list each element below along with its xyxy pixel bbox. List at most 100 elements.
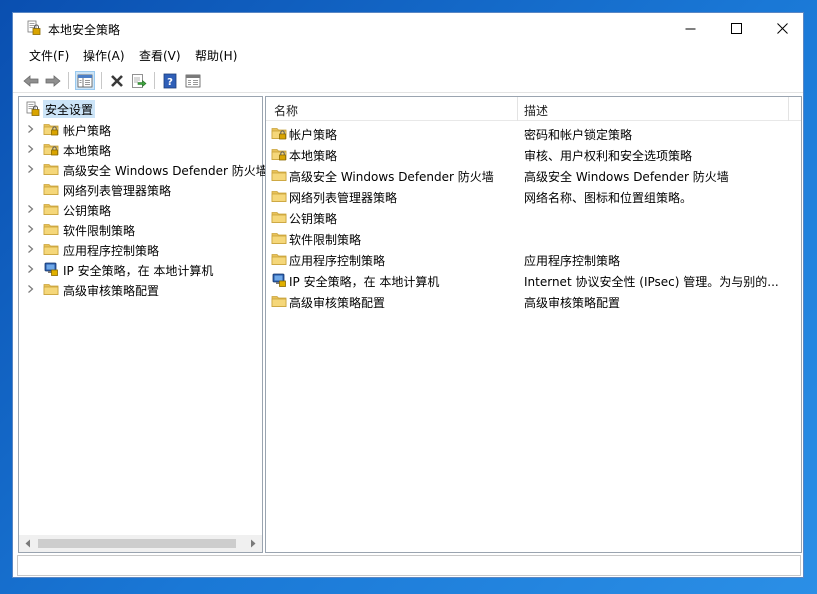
list-item[interactable]: 高级审核策略配置 高级审核策略配置 (266, 291, 801, 312)
close-icon (776, 22, 788, 34)
list-item[interactable]: 帐户策略 密码和帐户锁定策略 (266, 123, 801, 144)
properties-icon (185, 74, 201, 87)
folder-icon (43, 201, 59, 217)
list-item[interactable]: 应用程序控制策略 应用程序控制策略 (266, 249, 801, 270)
back-button[interactable] (21, 71, 41, 90)
help-icon: ? (163, 73, 177, 88)
list-item-name: 本地策略 (289, 149, 338, 163)
list-item-name: 应用程序控制策略 (289, 254, 386, 268)
expand-chevron-icon[interactable] (26, 164, 35, 174)
svg-text:?: ? (167, 77, 173, 88)
expand-chevron-icon[interactable] (26, 204, 35, 214)
menu-view[interactable]: 查看(V) (139, 47, 181, 64)
scrollbar-thumb[interactable] (38, 539, 236, 548)
tree-item-label: 网络列表管理器策略 (63, 184, 172, 198)
delete-button[interactable] (107, 71, 127, 90)
list-item-description: 高级审核策略配置 (524, 296, 621, 310)
tree-item[interactable]: 公钥策略 (19, 199, 262, 219)
tree-item[interactable]: 高级审核策略配置 (19, 279, 262, 299)
export-list-icon (132, 73, 147, 88)
scroll-right-icon[interactable] (249, 539, 257, 548)
folder-lock-icon (271, 146, 287, 162)
toolbar-separator (154, 72, 155, 89)
tree-pane: 安全设置 帐户策略本地策略高级安全 Windows Defender 防火墙 网络… (18, 96, 268, 553)
list-item[interactable]: 软件限制策略 (266, 228, 801, 249)
list-item[interactable]: 本地策略 审核、用户权利和安全选项策略 (266, 144, 801, 165)
tree-item[interactable]: 软件限制策略 (19, 219, 262, 239)
list-item[interactable]: 网络列表管理器策略 网络名称、图标和位置组策略。 (266, 186, 801, 207)
list-item[interactable]: 公钥策略 (266, 207, 801, 228)
list-item-name: 高级安全 Windows Defender 防火墙 (289, 170, 494, 184)
tree-item-label: 高级审核策略配置 (63, 284, 160, 298)
list-item[interactable]: 高级安全 Windows Defender 防火墙 高级安全 Windows De… (266, 165, 801, 186)
expand-chevron-icon[interactable] (26, 124, 35, 134)
tree-item[interactable]: 网络列表管理器策略 (19, 179, 262, 199)
column-divider[interactable] (517, 97, 518, 121)
ip-security-icon (43, 261, 59, 277)
tree-horizontal-scrollbar[interactable] (19, 535, 262, 552)
expand-chevron-icon[interactable] (26, 284, 35, 294)
folder-icon (271, 209, 287, 225)
tree-item-label: 本地策略 (63, 144, 112, 158)
show-hide-tree-icon (77, 74, 93, 87)
list-item[interactable]: IP 安全策略，在 本地计算机 Internet 协议安全性 (IPsec) 管理… (266, 270, 801, 291)
list-pane: 名称 描述 帐户策略 密码和帐户锁定策略本地策略 审核、用户权利和安全选项策略高级安… (265, 96, 802, 553)
column-divider[interactable] (788, 97, 789, 121)
tree-item[interactable]: IP 安全策略，在 本地计算机 (19, 259, 262, 279)
folder-icon (271, 230, 287, 246)
list-item-description: 密码和帐户锁定策略 (524, 128, 633, 142)
title-bar: 本地安全策略 (13, 13, 803, 44)
toolbar-separator (101, 72, 102, 89)
list-item-description: 高级安全 Windows Defender 防火墙 (524, 170, 729, 184)
properties-button[interactable] (183, 71, 203, 90)
expand-chevron-icon[interactable] (26, 244, 35, 254)
tree-item[interactable]: 应用程序控制策略 (19, 239, 262, 259)
help-button[interactable]: ? (160, 71, 180, 90)
scroll-left-icon[interactable] (24, 539, 32, 548)
menu-action[interactable]: 操作(A) (83, 47, 125, 64)
main-window: 本地安全策略 文件(F) 操作(A) 查看(V) 帮助(H) ? 安全设置 帐户… (12, 12, 804, 578)
forward-button[interactable] (43, 71, 63, 90)
tree-root-row[interactable]: 安全设置 (19, 99, 262, 119)
tree-item[interactable]: 高级安全 Windows Defender 防火墙 (19, 159, 268, 179)
expand-chevron-icon[interactable] (26, 224, 35, 234)
toolbar-separator (68, 72, 69, 89)
minimize-icon (685, 28, 695, 29)
list-item-name: 高级审核策略配置 (289, 296, 386, 310)
list-header: 名称 描述 (266, 97, 801, 121)
delete-icon (111, 74, 123, 87)
tree-item[interactable]: 本地策略 (19, 139, 262, 159)
tree-item-label: 应用程序控制策略 (63, 244, 160, 258)
list-item-name: 软件限制策略 (289, 233, 362, 247)
minimize-button[interactable] (667, 13, 713, 43)
folder-lock-icon (271, 125, 287, 141)
tree-item-label: 软件限制策略 (63, 224, 136, 238)
close-button[interactable] (759, 13, 803, 43)
list-item-description: Internet 协议安全性 (IPsec) 管理。为与别的... (524, 275, 779, 289)
tree-item-label: 公钥策略 (63, 204, 112, 218)
toolbar: ? (13, 68, 803, 93)
folder-lock-icon (43, 141, 59, 157)
column-header-name[interactable]: 名称 (274, 102, 298, 119)
menu-help[interactable]: 帮助(H) (195, 47, 237, 64)
expand-chevron-icon[interactable] (26, 144, 35, 154)
maximize-button[interactable] (713, 13, 759, 43)
folder-icon (271, 293, 287, 309)
export-list-button[interactable] (129, 71, 149, 90)
forward-arrow-icon (45, 74, 61, 87)
folder-icon (43, 241, 59, 257)
list-item-description: 审核、用户权利和安全选项策略 (524, 149, 693, 163)
list-item-name: 网络列表管理器策略 (289, 191, 398, 205)
menu-file[interactable]: 文件(F) (29, 47, 69, 64)
folder-icon (43, 181, 59, 197)
ip-security-icon (271, 272, 287, 288)
list-item-name: 帐户策略 (289, 128, 338, 142)
folder-icon (271, 167, 287, 183)
column-header-description[interactable]: 描述 (524, 102, 548, 119)
tree-item[interactable]: 帐户策略 (19, 119, 262, 139)
tree-item-label: 高级安全 Windows Defender 防火墙 (63, 164, 268, 178)
show-hide-tree-button[interactable] (75, 71, 95, 90)
expand-chevron-icon[interactable] (26, 264, 35, 274)
list-item-description: 应用程序控制策略 (524, 254, 621, 268)
list-item-name: IP 安全策略，在 本地计算机 (289, 275, 440, 289)
